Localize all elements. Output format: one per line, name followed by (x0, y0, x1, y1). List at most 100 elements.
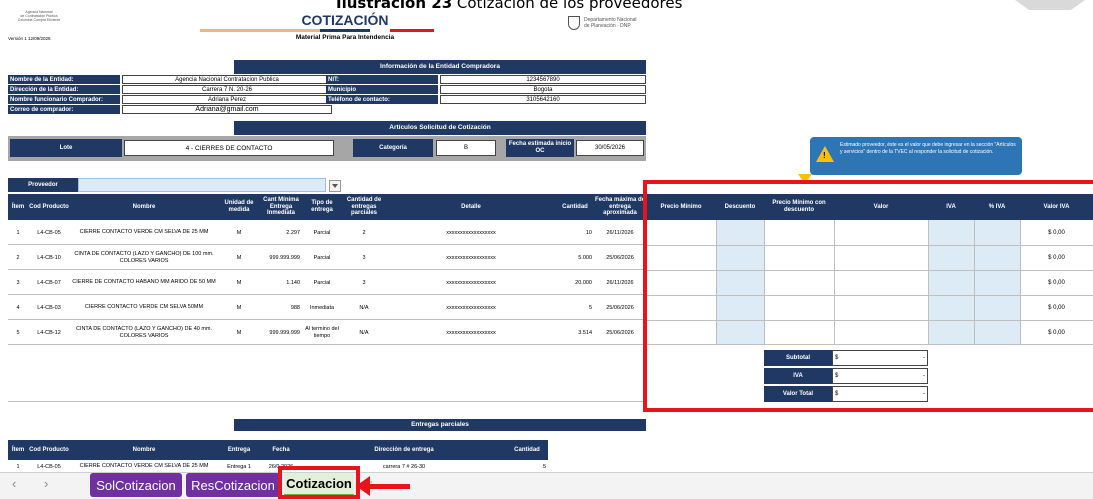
warning-exclamation: ! (823, 151, 826, 160)
del-col-fecha: Fecha (272, 446, 290, 453)
row-cant-min: 2.297 (286, 229, 300, 236)
col-cantidad: Cantidad (562, 203, 588, 210)
col-unidad: Unidad de medida (224, 200, 254, 213)
proveedor-dropdown-button[interactable] (329, 180, 341, 192)
row-fecha: 25/06/2026 (606, 254, 634, 261)
row-cod: L4-CB-03 (37, 304, 61, 311)
row-item: 5 (16, 329, 20, 336)
row-cant-min: 1.140 (286, 279, 300, 286)
row-item: 3 (16, 279, 20, 286)
col-parciales: Cantidad de entregas parciales (346, 197, 382, 217)
caption-bold: Ilustración 23 (336, 0, 453, 12)
row-cod: L4-CB-10 (37, 254, 61, 261)
prev-sheet-icon[interactable]: ‹ (12, 476, 16, 491)
entity-label: Nombre de la Entidad: (8, 75, 120, 84)
row-detalle: xxxxxxxxxxxxxxxxxx (446, 304, 496, 311)
row-detalle: xxxxxxxxxxxxxxxxxx (446, 329, 496, 336)
del-col-cantidad: Cantidad (514, 446, 540, 453)
next-sheet-icon[interactable]: › (44, 476, 48, 491)
entity-value[interactable]: Agencia Nacional Contratacion Publica (122, 75, 332, 84)
row-cant-min: 999.999.999 (269, 254, 300, 261)
email-label: Correo de comprador: (8, 105, 120, 114)
del-col-direccion: Dirección de entrega (374, 446, 434, 453)
row-cant-min: 988 (290, 304, 300, 311)
col-nombre: Nombre (132, 203, 156, 210)
row-unidad: M (236, 279, 242, 286)
price-tooltip: ! Estimado proveedor, éste es el valor q… (810, 137, 1022, 175)
row-fecha: 26/11/2026 (606, 229, 634, 236)
version-text: Versión 1 12/09/2026 (8, 36, 51, 41)
tab-rescotizacion[interactable]: ResCotizacion (186, 473, 280, 497)
row-tipo: Parcial (313, 254, 331, 261)
col-cant-min: Cant Mínima Entrega Inmediata (263, 197, 299, 217)
del-col-nombre: Nombre (132, 446, 156, 453)
row-unidad: M (236, 329, 242, 336)
table-row: 1 L4-CB-05 CIERRE CONTACTO VERDE CM SELV… (8, 220, 646, 245)
proveedor-select[interactable] (78, 178, 326, 192)
row-fecha: 25/06/2026 (606, 304, 634, 311)
dnp-shield-icon (568, 16, 580, 30)
phone-value[interactable]: 3105642160 (440, 95, 646, 104)
dnp-line-2: de Planeación · DNP (584, 23, 631, 29)
row-detalle: xxxxxxxxxxxxxxxxxx (446, 254, 496, 261)
row-nombre: CIERRE CONTACTO VERDE CM SELVA DE 25 MM (79, 229, 209, 236)
agency-logo: Agencia Nacional de Contratación Pública… (8, 10, 70, 34)
page-subtitle: Material Prima Para Intendencia (295, 34, 395, 41)
lote-label: Lote (10, 139, 122, 157)
dnp-logo: Departamento Nacional de Planeación · DNP (568, 12, 648, 34)
lote-bar: Lote 4 - CIERRES DE CONTACTO Categoría B… (8, 136, 646, 161)
row-tipo: Inmediata (309, 304, 335, 311)
title-bar-blue (320, 29, 370, 32)
col-detalle: Detalle (461, 203, 481, 210)
articles-table-body: 1 L4-CB-05 CIERRE CONTACTO VERDE CM SELV… (8, 220, 646, 345)
nit-value[interactable]: 1234567890 (440, 75, 646, 84)
page-title: COTIZACIÓN (301, 12, 389, 28)
del-col-cod: Cod Producto (29, 446, 69, 453)
official-value[interactable]: Adriana Perez (122, 95, 332, 104)
row-parciales: 3 (362, 279, 366, 286)
row-cant-min: 999.999.999 (269, 329, 300, 336)
table-row: 5 L4-CB-12 CINTA DE CONTACTO (LAZO Y GAN… (8, 320, 646, 345)
row-item: 4 (16, 304, 20, 311)
tooltip-text: Estimado proveedor, éste es el valor que… (840, 142, 1016, 155)
tab-arrow-shaft (368, 484, 410, 489)
corner-decoration (1015, 0, 1085, 10)
address-value[interactable]: Carrera 7 N. 20-26 (122, 85, 332, 94)
row-item: 1 (16, 229, 20, 236)
row-fecha: 25/06/2026 (606, 329, 634, 336)
pricing-highlight-frame (643, 180, 1093, 412)
fecha-inicio-label: Fecha estimada inicio OC (506, 139, 574, 157)
email-value[interactable]: Adriana@gmail.com (122, 105, 332, 114)
row-tipo: Al termino del tiempo (305, 326, 339, 339)
col-cod: Cod Producto (29, 203, 69, 210)
del-col-item: Ítem (11, 446, 25, 453)
logo-line-3: Colombia Compra Eficiente (17, 18, 61, 23)
chevron-down-icon (332, 184, 338, 188)
table-row: 2 L4-CB-10 CINTA DE CONTACTO (LAZO Y GAN… (8, 245, 646, 270)
row-cod: L4-CB-12 (37, 329, 61, 336)
tab-highlight-frame (278, 466, 360, 499)
row-cantidad: 3.514 (578, 329, 592, 336)
deliveries-section-title: Entregas parciales (234, 419, 646, 431)
lote-value[interactable]: 4 - CIERRES DE CONTACTO (124, 140, 334, 156)
col-tipo: Tipo de entrega (311, 200, 333, 213)
fecha-inicio-value[interactable]: 30/05/2026 (576, 140, 644, 156)
row-tipo: Parcial (313, 279, 331, 286)
row-parciales: 2 (362, 229, 366, 236)
row-item: 2 (16, 254, 20, 261)
row-unidad: M (236, 254, 242, 261)
row-parciales: 3 (362, 254, 366, 261)
col-fecha: Fecha máxima de entrega aproximada (594, 197, 646, 217)
row-detalle: xxxxxxxxxxxxxxxxxx (446, 229, 496, 236)
row-cod: L4-CB-05 (37, 229, 61, 236)
row-nombre: CINTA DE CONTACTO (LAZO Y GANCHO) DE 100… (74, 251, 214, 264)
row-unidad: M (236, 229, 242, 236)
tab-solcotizacion[interactable]: SolCotizacion (90, 473, 182, 497)
del-col-entrega: Entrega (227, 446, 251, 453)
tab-arrow-head-icon (356, 476, 370, 496)
categoria-value[interactable]: B (436, 140, 496, 156)
municipio-value[interactable]: Bogota (440, 85, 646, 94)
title-bar-orange (200, 29, 320, 32)
caption-rest: Cotización de los proveedores (452, 0, 683, 12)
row-detalle: xxxxxxxxxxxxxxxxxx (446, 279, 496, 286)
